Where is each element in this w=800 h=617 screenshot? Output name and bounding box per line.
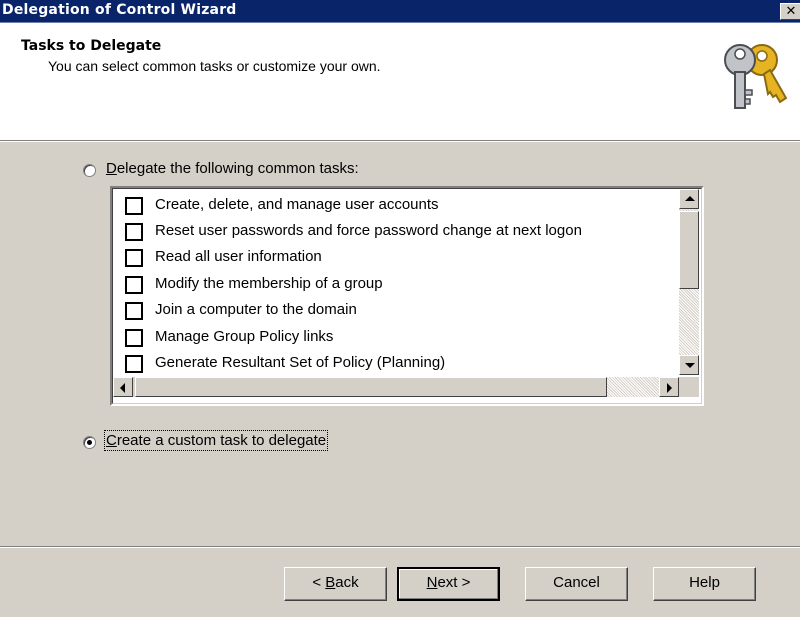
back-button[interactable]: < Back [284,567,387,601]
common-tasks-list[interactable]: Create, delete, and manage user accounts… [110,186,704,406]
radio-custom-task[interactable] [83,436,96,449]
task-checkbox[interactable] [125,329,143,347]
scroll-up-button[interactable] [679,189,699,209]
btn-back-mnemonic: B [325,574,336,591]
footer-separator-highlight [0,547,800,548]
vertical-scroll-thumb[interactable] [679,211,699,289]
common-tasks-list-inner: Create, delete, and manage user accounts… [112,188,702,404]
window-title: Delegation of Control Wizard [2,2,237,18]
task-label: Read all user information [155,248,322,265]
radio-custom-task-label[interactable]: Create a custom task to delegate [103,430,329,451]
radio-delegate-common-text: elegate the following common tasks: [116,160,359,177]
title-bar[interactable]: Delegation of Control Wizard ✕ [0,0,800,23]
task-checkbox[interactable] [125,249,143,267]
task-label: Reset user passwords and force password … [155,222,582,239]
task-label: Create, delete, and manage user accounts [155,196,439,213]
horizontal-scroll-thumb[interactable] [135,377,607,397]
vertical-scrollbar[interactable] [679,189,699,375]
radio-delegate-common-label[interactable]: Delegate the following common tasks: [106,160,359,177]
arrow-up-icon [685,196,695,201]
scroll-left-button[interactable] [113,377,133,397]
scrollbar-corner [679,377,699,397]
task-checkbox[interactable] [125,276,143,294]
next-button[interactable]: Next > [397,567,500,601]
task-label: Generate Resultant Set of Policy (Planni… [155,354,446,371]
task-label: Manage Group Policy links [155,328,334,345]
horizontal-scrollbar[interactable] [113,377,679,397]
close-icon: ✕ [785,4,797,19]
scroll-down-button[interactable] [679,355,699,375]
task-checkbox[interactable] [125,197,143,215]
scroll-right-button[interactable] [659,377,679,397]
radio-selected-dot [87,440,92,445]
arrow-down-icon [685,363,695,368]
cancel-button[interactable]: Cancel [525,567,628,601]
task-checkbox[interactable] [125,355,143,373]
page-subtitle: You can select common tasks or customize… [48,58,381,74]
horizontal-scroll-track[interactable] [607,377,659,397]
task-checkbox[interactable] [125,302,143,320]
btn-next-mnemonic: N [426,574,438,591]
close-button[interactable]: ✕ [780,3,800,20]
help-button[interactable]: Help [653,567,756,601]
keys-icon [724,44,788,109]
arrow-left-icon [120,383,125,393]
radio-custom-task-text: reate a custom task to delegate [116,432,327,449]
arrow-right-icon [667,383,672,393]
page-title: Tasks to Delegate [21,38,162,54]
task-checkbox[interactable] [125,223,143,241]
task-label: Modify the membership of a group [155,275,383,292]
task-label: Join a computer to the domain [155,301,357,318]
radio-delegate-common[interactable] [83,164,96,177]
